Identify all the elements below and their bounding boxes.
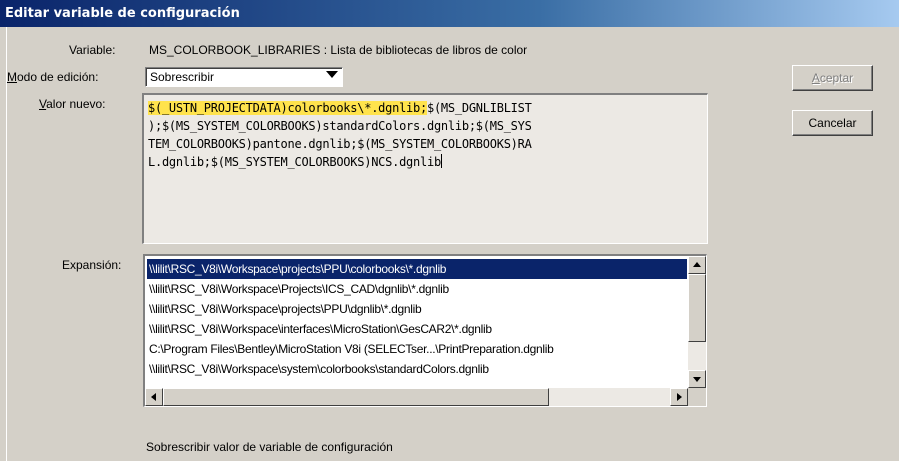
text-cursor xyxy=(440,154,442,168)
horizontal-scrollbar[interactable] xyxy=(145,388,688,406)
list-item[interactable]: \\lilit\RSC_V8i\Workspace\projects\PPU\d… xyxy=(147,299,687,319)
new-value-label: Valor nuevo: xyxy=(39,97,106,111)
list-item[interactable]: \\lilit\RSC_V8i\Workspace\system\colorbo… xyxy=(147,359,687,379)
list-item[interactable]: C:\Program Files\Bentley\MicroStation V8… xyxy=(147,339,687,359)
cancel-button[interactable]: Cancelar xyxy=(792,110,873,136)
value-line-1: $(_USTN_PROJECTDATA)colorbooks\*.dgnlib;… xyxy=(148,99,703,117)
vertical-scrollbar[interactable] xyxy=(688,256,706,388)
list-item[interactable]: \\lilit\RSC_V8i\Workspace\interfaces\Mic… xyxy=(147,319,687,339)
list-item[interactable]: \\lilit\RSC_V8i\Workspace\projects\PPU\c… xyxy=(147,259,687,279)
arrow-left-icon xyxy=(151,393,156,401)
expansion-items: \\lilit\RSC_V8i\Workspace\projects\PPU\c… xyxy=(147,259,687,379)
arrow-right-icon xyxy=(677,393,682,401)
value-line-2: );$(MS_SYSTEM_COLORBOOKS)standardColors.… xyxy=(148,119,532,133)
value-line-3: TEM_COLORBOOKS)pantone.dgnlib;$(MS_SYSTE… xyxy=(148,137,532,151)
scroll-down-button[interactable] xyxy=(688,370,706,388)
value-highlighted-text: $(_USTN_PROJECTDATA)colorbooks\*.dgnlib; xyxy=(148,101,427,115)
scrollbar-corner xyxy=(688,388,706,406)
edit-mode-dropdown[interactable]: Sobrescribir xyxy=(145,67,343,87)
accept-label-rest: ceptar xyxy=(819,71,854,85)
edit-mode-label-rest: odo de edición: xyxy=(17,70,99,84)
value-line-1-rest: $(MS_DGNLIBLIST xyxy=(426,101,532,115)
value-line-4: L.dgnlib;$(MS_SYSTEM_COLORBOOKS)NCS.dgnl… xyxy=(148,153,703,171)
vertical-scroll-thumb[interactable] xyxy=(688,274,706,342)
dialog-body: Variable: MS_COLORBOOK_LIBRARIES : Lista… xyxy=(6,27,899,461)
variable-label: Variable: xyxy=(69,43,116,57)
variable-name: MS_COLORBOOK_LIBRARIES : Lista de biblio… xyxy=(149,43,528,57)
accept-button[interactable]: Aceptar xyxy=(792,65,873,91)
new-value-label-rest: alor nuevo: xyxy=(46,97,106,111)
edit-mode-accel: M xyxy=(7,70,17,84)
edit-mode-selected: Sobrescribir xyxy=(150,70,215,84)
title-bar: Editar variable de configuración xyxy=(0,0,899,27)
new-value-textarea[interactable]: $(_USTN_PROJECTDATA)colorbooks\*.dgnlib;… xyxy=(142,93,708,244)
accept-accel: A xyxy=(811,71,820,85)
list-item[interactable]: \\lilit\RSC_V8i\Workspace\Projects\ICS_C… xyxy=(147,279,687,299)
scroll-left-button[interactable] xyxy=(145,388,163,406)
edit-mode-label: Modo de edición: xyxy=(7,70,98,84)
horizontal-scroll-thumb[interactable] xyxy=(163,388,549,406)
status-text: Sobrescribir valor de variable de config… xyxy=(146,440,393,454)
window-title: Editar variable de configuración xyxy=(5,6,240,21)
expansion-label: Expansión: xyxy=(62,258,122,272)
expansion-listbox[interactable]: \\lilit\RSC_V8i\Workspace\projects\PPU\c… xyxy=(143,254,707,407)
value-line-4-text: L.dgnlib;$(MS_SYSTEM_COLORBOOKS)NCS.dgnl… xyxy=(148,155,441,169)
scroll-right-button[interactable] xyxy=(670,388,688,406)
scroll-up-button[interactable] xyxy=(688,256,706,274)
arrow-down-icon xyxy=(693,377,701,382)
dropdown-arrow-icon[interactable] xyxy=(326,71,338,78)
arrow-up-icon xyxy=(693,262,701,267)
